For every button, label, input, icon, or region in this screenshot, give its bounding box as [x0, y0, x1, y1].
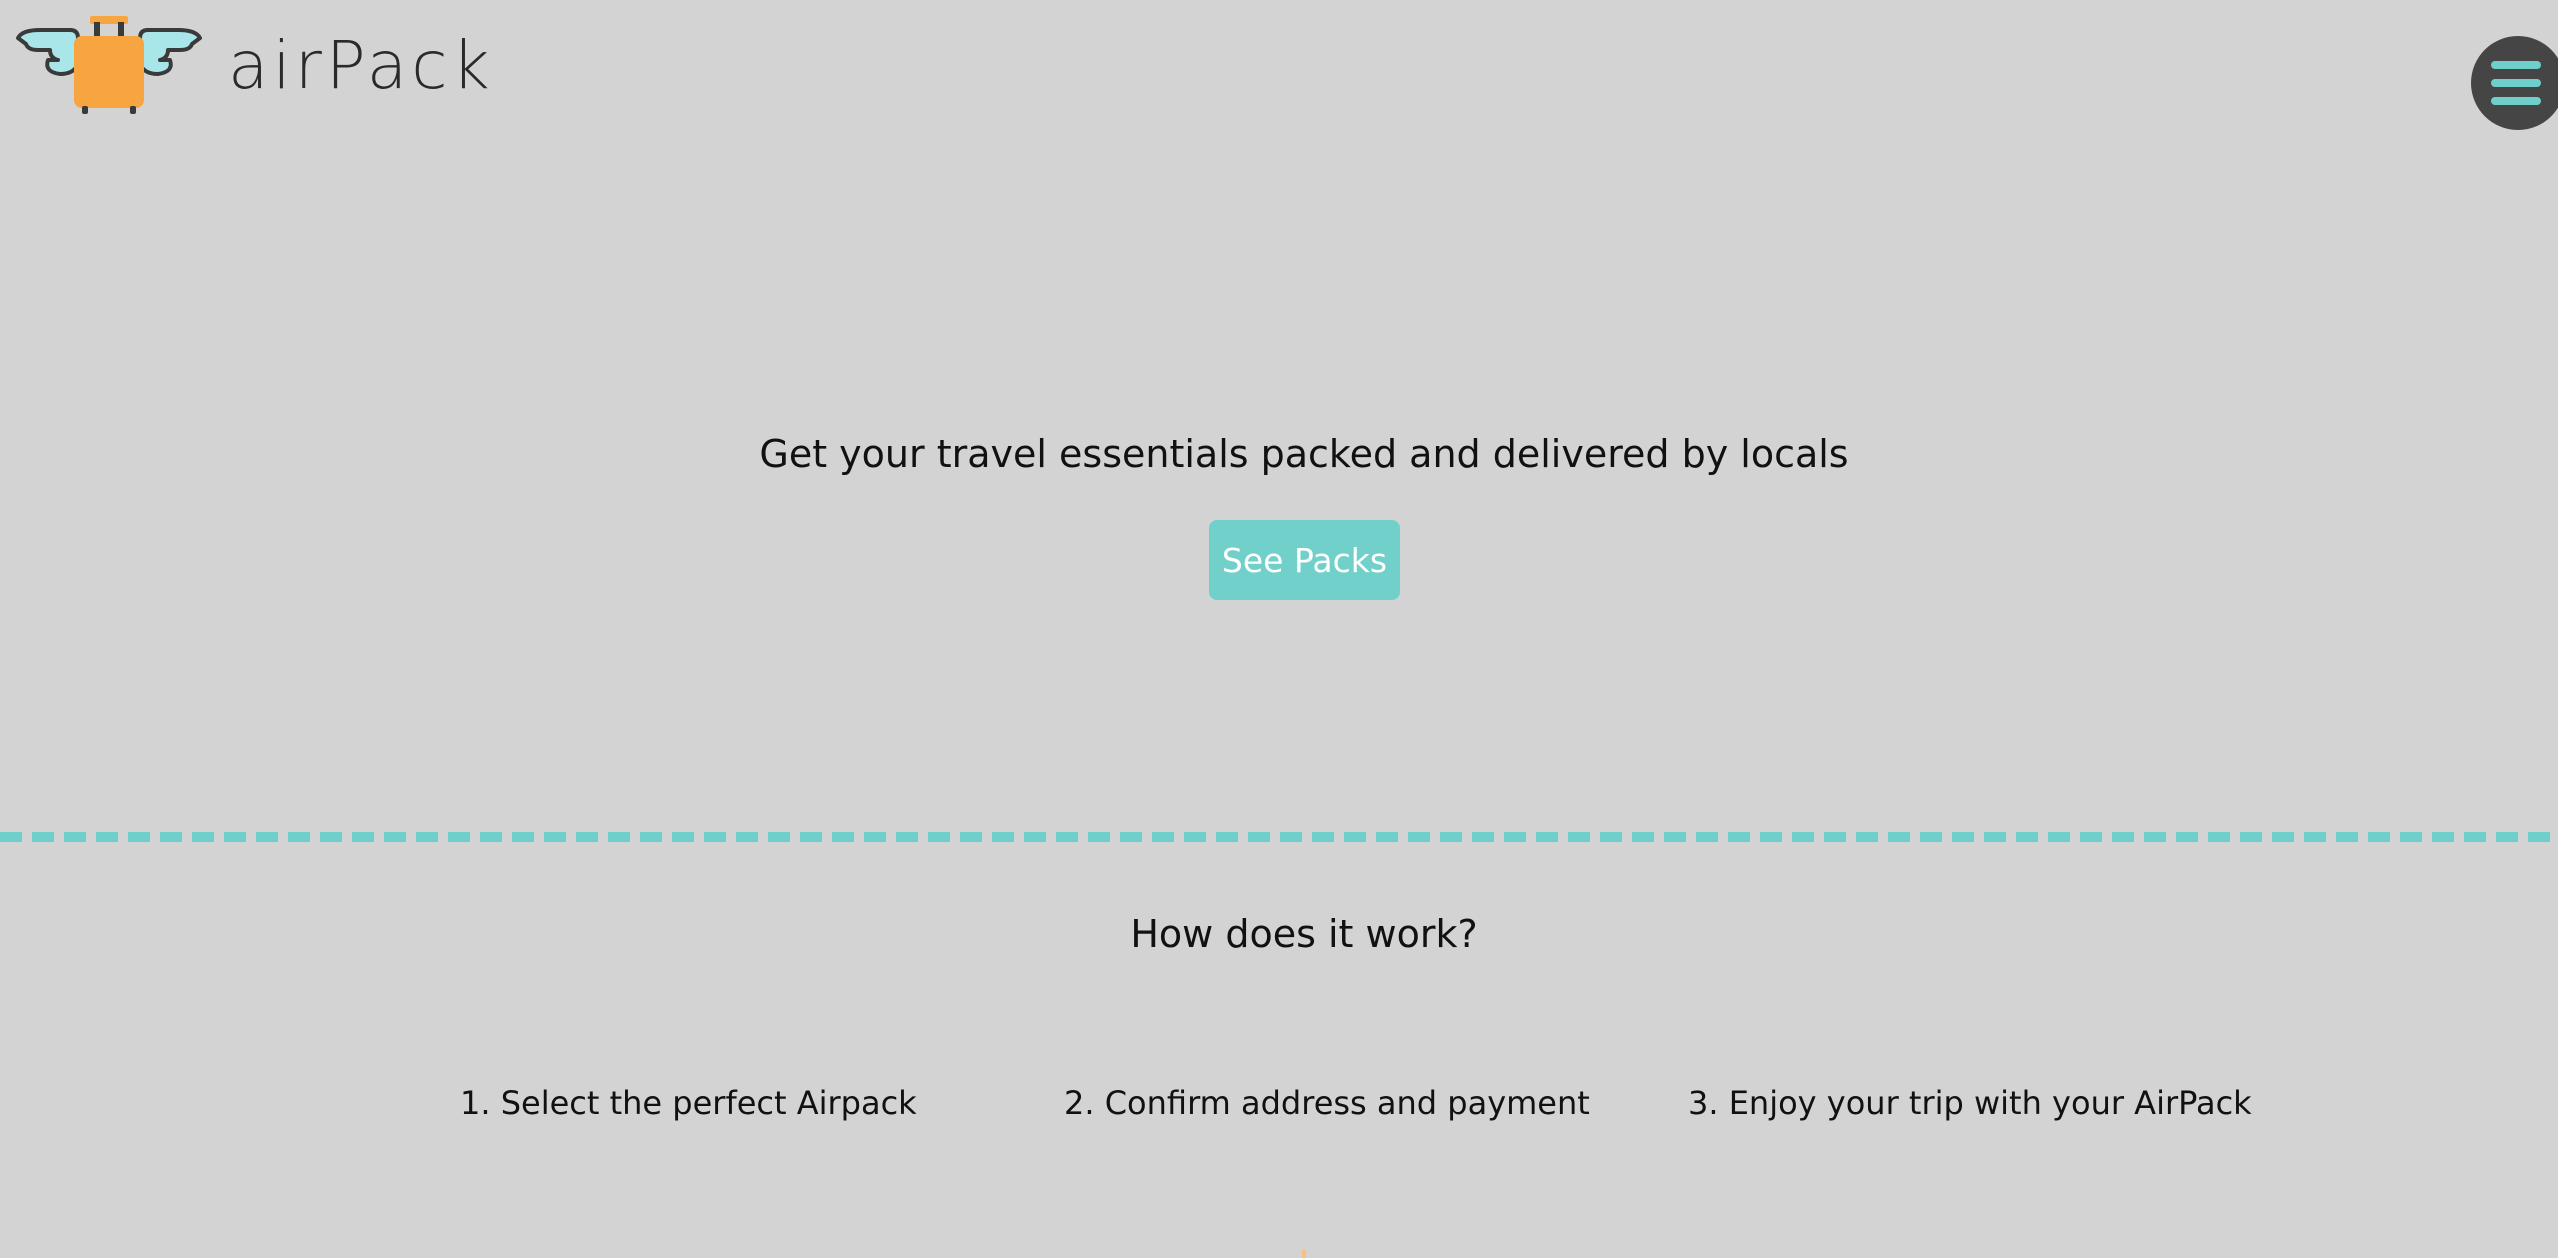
dashed-divider — [0, 832, 2558, 842]
hamburger-menu-icon — [2491, 61, 2541, 69]
step-1: 1. Select the perfect Airpack — [460, 1084, 917, 1122]
step-3: 3. Enjoy your trip with your AirPack — [1688, 1084, 2252, 1122]
hamburger-bar — [2491, 97, 2541, 105]
landing-page: airPack Get your travel essentials packe… — [0, 0, 2558, 1258]
brand-name: airPack — [228, 27, 494, 104]
see-packs-button[interactable]: See Packs — [1209, 520, 1400, 600]
step-illustration-icon — [1302, 1250, 1306, 1258]
menu-button[interactable] — [2471, 36, 2558, 130]
how-it-works-title: How does it work? — [1130, 912, 1478, 956]
winged-suitcase-icon — [16, 16, 202, 114]
hamburger-bar — [2491, 79, 2541, 87]
hero-headline: Get your travel essentials packed and de… — [759, 432, 1849, 476]
logo[interactable]: airPack — [14, 14, 494, 114]
step-2: 2. Confirm address and payment — [1064, 1084, 1590, 1122]
